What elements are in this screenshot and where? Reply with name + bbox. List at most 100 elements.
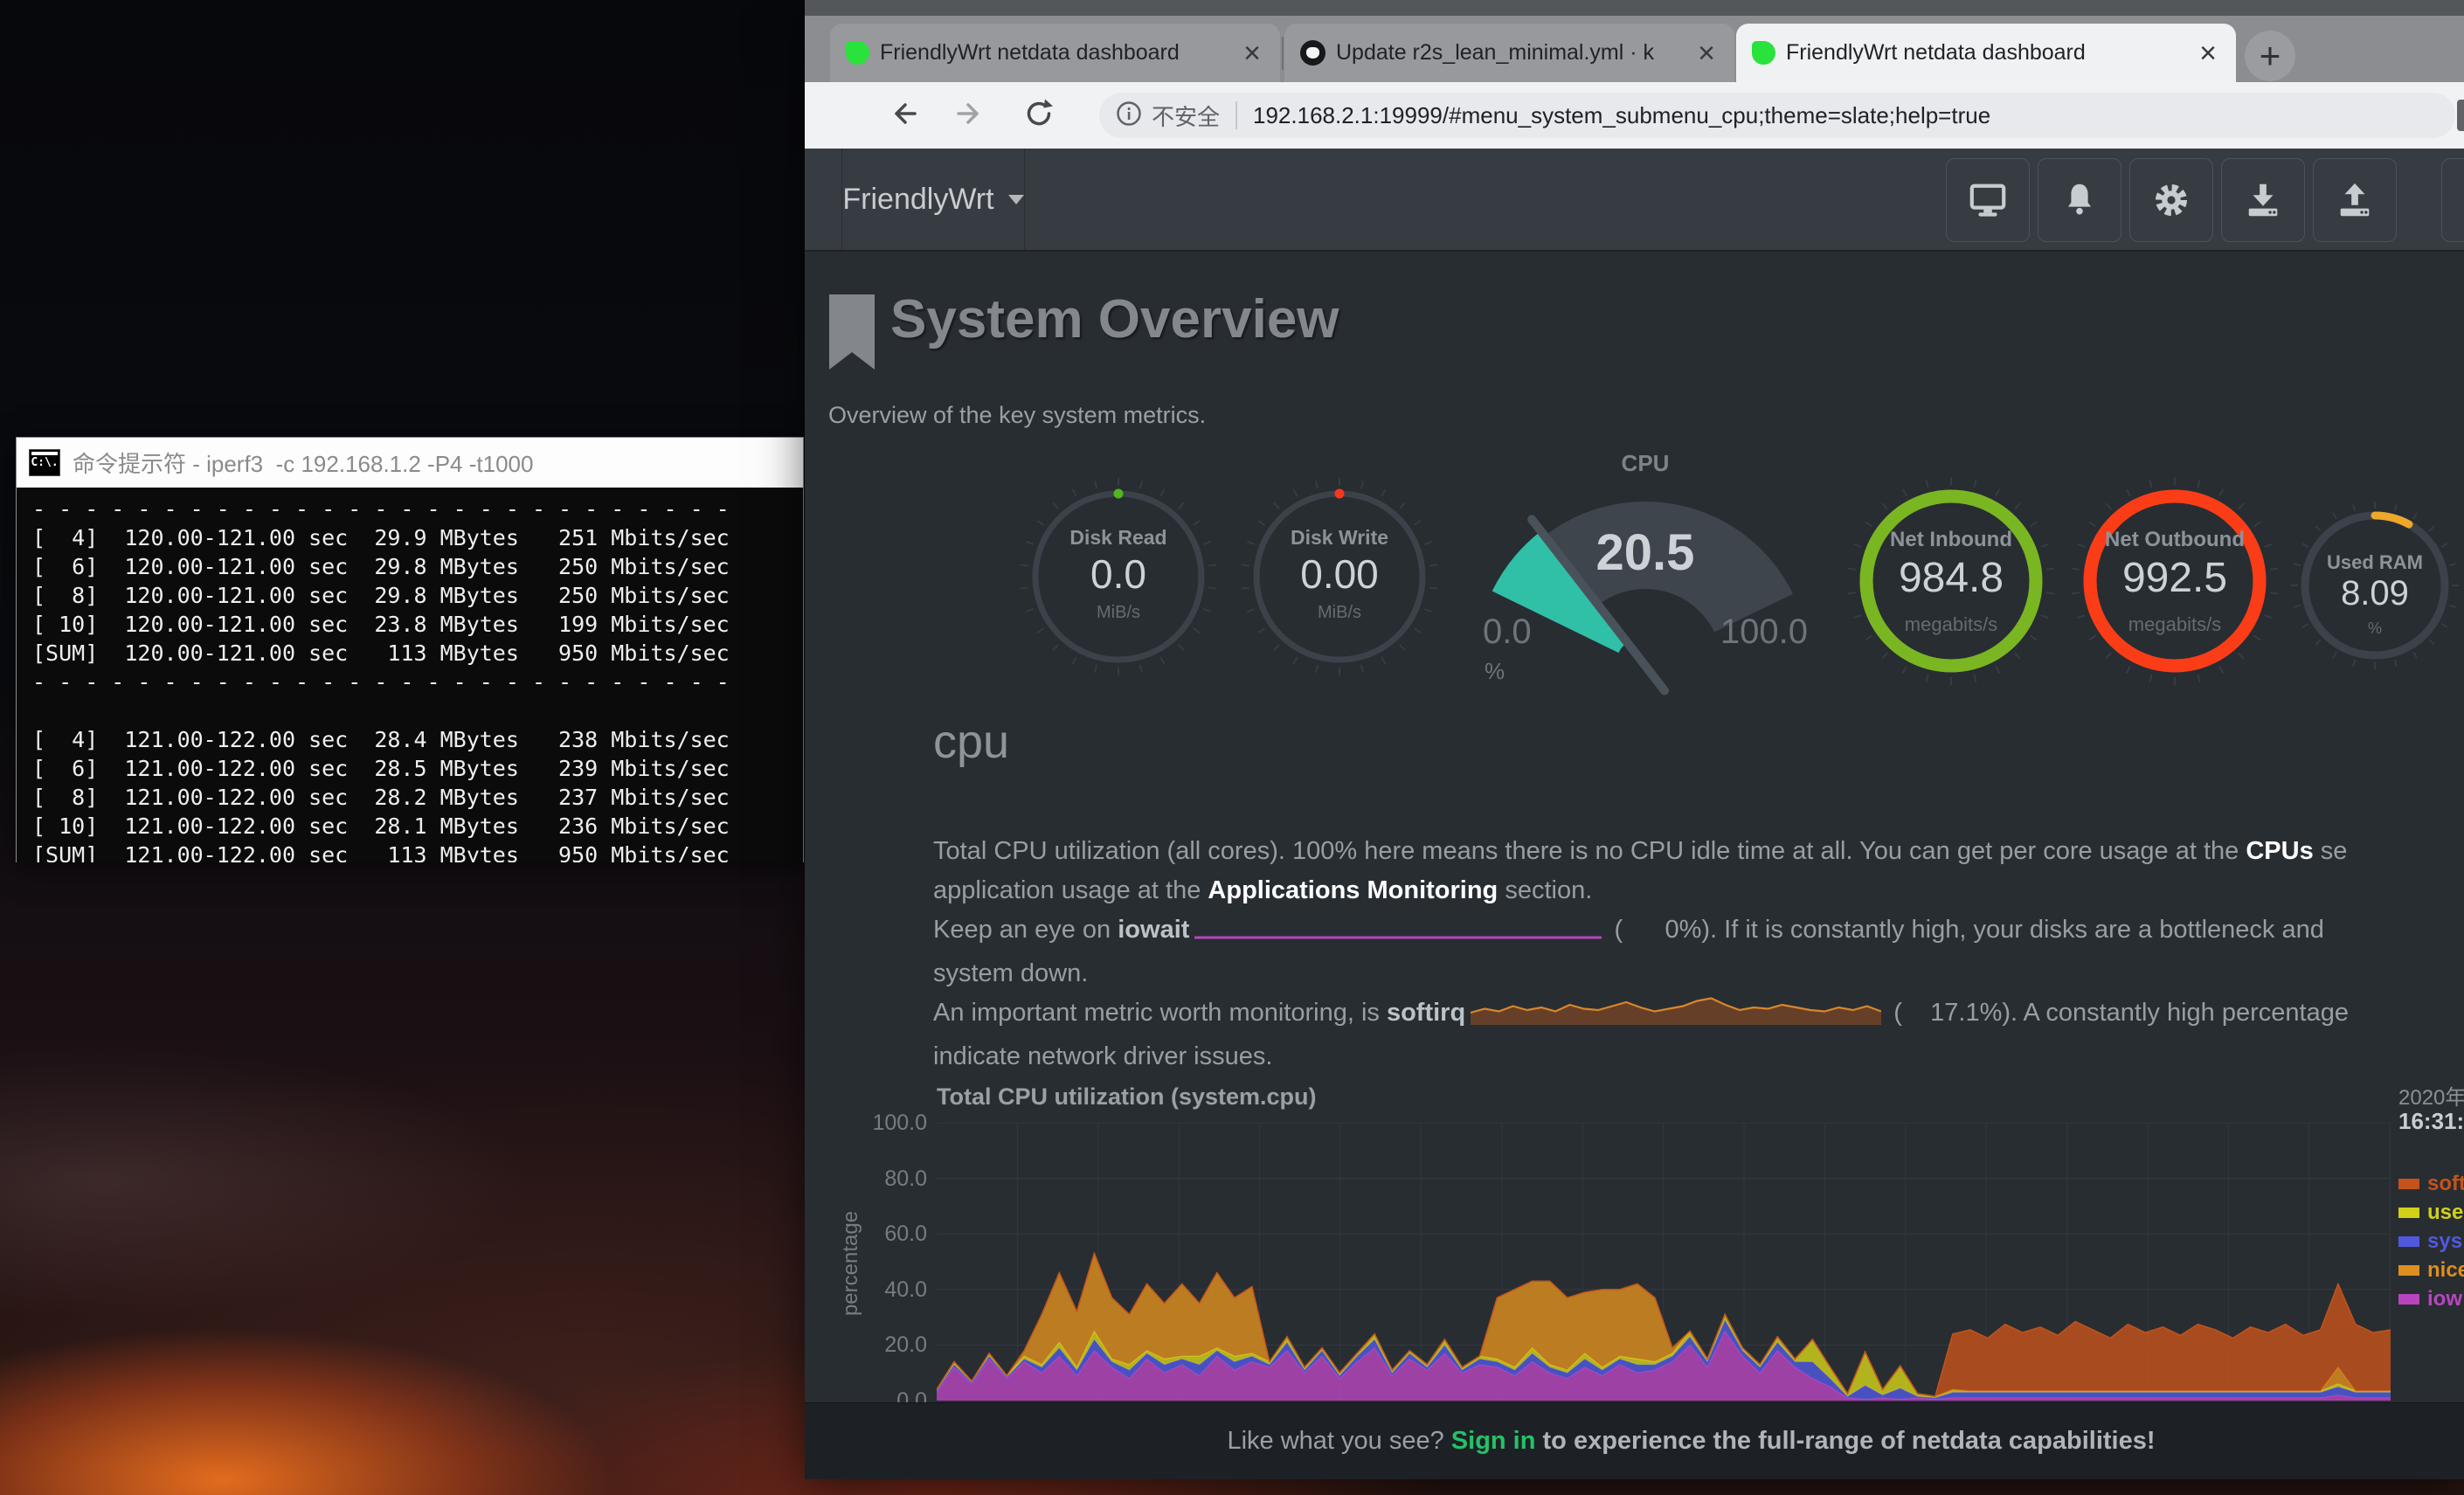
signin-bar: Like what you see? Sign in to experience… — [805, 1402, 2464, 1479]
used-ram-gauge[interactable]: Used RAM 8.09 % — [2288, 476, 2462, 686]
legend-swatch — [2398, 1236, 2419, 1247]
tab-close-icon[interactable]: × — [2196, 40, 2220, 66]
gauge-unit: MiB/s — [1239, 603, 1440, 623]
export-button[interactable] — [2313, 158, 2397, 242]
text: section. — [1498, 876, 1592, 904]
terminal-titlebar[interactable]: C:\. 命令提示符 - iperf3 -c 192.168.1.2 -P4 -… — [17, 438, 803, 488]
gauge-min: 0.0 — [1483, 613, 1532, 652]
y-tick-label: 80.0 — [884, 1166, 927, 1192]
section-heading-cpu: cpu — [933, 715, 1009, 769]
gauge-unit: megabits/s — [2070, 613, 2280, 636]
terminal-window[interactable]: C:\. 命令提示符 - iperf3 -c 192.168.1.2 -P4 -… — [16, 437, 804, 862]
github-favicon — [1300, 40, 1325, 66]
url-text[interactable]: 192.168.2.1:19999/#menu_system_submenu_c… — [1253, 102, 1990, 129]
nodes-view-button[interactable] — [1946, 158, 2030, 242]
text: se — [2314, 837, 2348, 865]
security-label[interactable]: 不安全 — [1152, 100, 1220, 132]
link-cpus[interactable]: CPUs — [2246, 837, 2313, 865]
terminal-line: [ 4] 121.00-122.00 sec 28.4 MBytes 238 M… — [32, 725, 787, 754]
net-outbound-gauge[interactable]: Net Outbound 992.5 megabits/s — [2070, 454, 2280, 699]
tab-title: FriendlyWrt netdata dashboard — [880, 40, 1229, 66]
net-inbound-gauge[interactable]: Net Inbound 984.8 megabits/s — [1846, 454, 2056, 699]
y-tick-label: 100.0 — [872, 1111, 927, 1136]
cpu-description: Total CPU utilization (all cores). 100% … — [933, 832, 2349, 1076]
tab-netdata-2-active[interactable]: FriendlyWrt netdata dashboard × — [1736, 24, 2236, 82]
gauge-value: 8.09 — [2288, 574, 2462, 613]
legend-item-softirq[interactable]: soft — [2398, 1169, 2464, 1198]
disk-write-gauge[interactable]: Disk Write 0.00 MiB/s — [1239, 454, 1440, 690]
terminal-line — [32, 696, 787, 725]
text: system down. — [933, 959, 1088, 987]
cpu-description-line: Keep an eye on iowait ( 0%). If it is co… — [933, 910, 2349, 954]
gauge-unit: % — [1485, 658, 1505, 685]
gauge-label: Disk Read — [1018, 526, 1219, 550]
chevron-down-icon — [1008, 195, 1024, 204]
forward-icon[interactable] — [953, 96, 988, 135]
print-button-cutoff[interactable] — [2441, 158, 2464, 242]
terminal-line: [SUM] 121.00-122.00 sec 113 MBytes 950 M… — [32, 841, 787, 862]
legend-swatch — [2398, 1294, 2419, 1305]
text: softirq — [1387, 999, 1465, 1027]
gauge-value: 0.00 — [1239, 550, 1440, 598]
settings-button[interactable] — [2129, 158, 2213, 242]
terminal-line: [ 6] 121.00-122.00 sec 28.5 MBytes 239 M… — [32, 754, 787, 783]
legend-item-user[interactable]: use — [2398, 1198, 2464, 1227]
text: iowait — [1118, 916, 1189, 944]
netdata-page: FriendlyWrt System Overview Ove — [805, 149, 2464, 1479]
gauge-label: CPU — [1471, 450, 1820, 477]
legend-item-sys[interactable]: sys — [2398, 1227, 2464, 1256]
back-icon[interactable] — [885, 96, 920, 135]
legend-label: sys — [2427, 1229, 2462, 1254]
legend-swatch — [2398, 1179, 2419, 1189]
info-icon[interactable] — [1115, 100, 1143, 132]
upload-icon — [2335, 180, 2375, 220]
text: ( 17.1%). A constantly high percentage — [1886, 999, 2349, 1027]
url-divider — [1235, 101, 1237, 129]
legend-item-nice[interactable]: nice — [2398, 1256, 2464, 1284]
tab-close-icon[interactable]: × — [1240, 40, 1264, 66]
monitor-icon — [1968, 180, 2008, 220]
terminal-line: [SUM] 120.00-121.00 sec 113 MBytes 950 M… — [32, 639, 787, 668]
gauge-label: Net Inbound — [1846, 528, 2056, 552]
reload-icon[interactable] — [1021, 96, 1056, 135]
terminal-line: [ 10] 120.00-121.00 sec 23.8 MBytes 199 … — [32, 610, 787, 639]
terminal-output[interactable]: - - - - - - - - - - - - - - - - - - - - … — [17, 488, 803, 862]
bookmark-icon — [827, 294, 876, 377]
legend-label: use — [2427, 1201, 2463, 1225]
tab-close-icon[interactable]: × — [1694, 40, 1719, 66]
cpu-description-line: indicate network driver issues. — [933, 1037, 2349, 1076]
y-tick-label: 40.0 — [884, 1277, 927, 1303]
chart-timestamp-time: 16:31:2 — [2398, 1108, 2464, 1135]
new-tab-button[interactable]: + — [2245, 31, 2295, 81]
toolbar-cutoff-icon — [2457, 100, 2464, 131]
text: ( 0%). If it is constantly high, your di… — [1607, 916, 2323, 944]
signin-link[interactable]: Sign in — [1451, 1427, 1536, 1456]
chart-canvas[interactable] — [937, 1123, 2391, 1401]
netdata-favicon — [1752, 41, 1775, 65]
disk-read-gauge[interactable]: Disk Read 0.0 MiB/s — [1018, 454, 1219, 690]
softirq-sparkline — [1471, 993, 1881, 1037]
terminal-line: [ 6] 120.00-121.00 sec 29.8 MBytes 250 M… — [32, 552, 787, 581]
page-subtitle: Overview of the key system metrics. — [828, 402, 1206, 429]
url-bar[interactable]: 不安全 192.168.2.1:19999/#menu_system_subme… — [1099, 93, 2455, 138]
text: application usage at the — [933, 876, 1208, 904]
bell-icon — [2059, 180, 2100, 220]
signin-prefix: Like what you see? — [1227, 1427, 1450, 1456]
brand-dropdown[interactable]: FriendlyWrt — [841, 149, 1025, 250]
y-tick-label: 60.0 — [884, 1222, 927, 1247]
link-applications-monitoring[interactable]: Applications Monitoring — [1208, 876, 1498, 904]
text: Total CPU utilization (all cores). 100% … — [933, 837, 2246, 865]
import-button[interactable] — [2221, 158, 2305, 242]
gauge-unit: MiB/s — [1018, 603, 1219, 623]
tab-netdata-1[interactable]: FriendlyWrt netdata dashboard × — [830, 24, 1280, 82]
alarms-button[interactable] — [2038, 158, 2121, 242]
gauge-value: 20.5 — [1471, 523, 1820, 582]
legend-item-iowait[interactable]: iow — [2398, 1284, 2464, 1313]
gauge-label: Disk Write — [1239, 526, 1440, 550]
cpu-gauge[interactable]: CPU 20.5 0.0 100.0 % — [1471, 450, 1820, 699]
tab-separator — [1282, 37, 1284, 70]
cpu-utilization-chart[interactable] — [937, 1123, 2391, 1401]
tab-github[interactable]: Update r2s_lean_minimal.yml · k × — [1284, 24, 1734, 82]
download-icon — [2243, 180, 2283, 220]
legend-swatch — [2398, 1265, 2419, 1276]
